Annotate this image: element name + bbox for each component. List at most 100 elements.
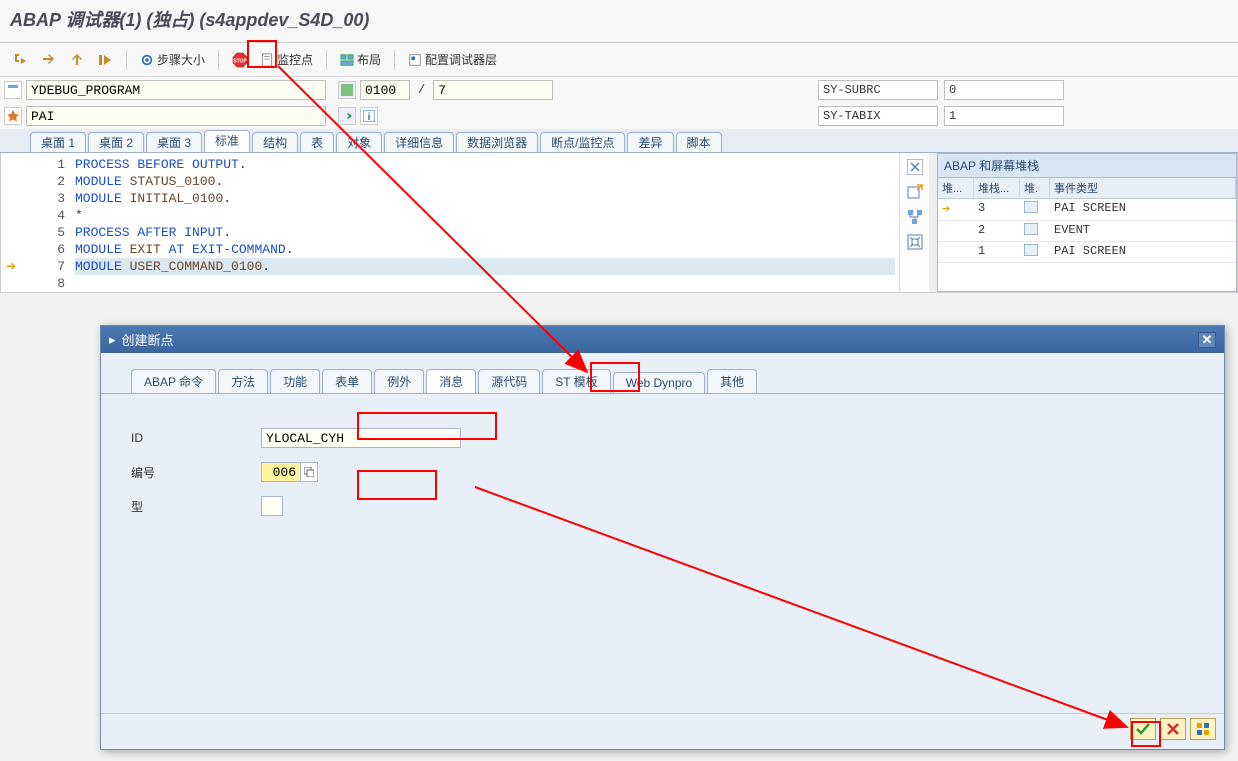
continue-button[interactable]	[92, 48, 118, 72]
main-tab[interactable]: 标准	[204, 130, 250, 152]
main-tab[interactable]: 对象	[336, 132, 382, 152]
main-tab[interactable]: 桌面 1	[30, 132, 86, 152]
main-tab[interactable]: 桌面 3	[146, 132, 202, 152]
dialog-tab[interactable]: 方法	[218, 369, 268, 393]
main-tab[interactable]: 表	[300, 132, 334, 152]
dialog-tab[interactable]: 源代码	[478, 369, 540, 393]
message-type-input[interactable]	[261, 496, 283, 516]
debugger-content: ➔ 12345678 PROCESS BEFORE OUTPUT. MODULE…	[0, 153, 1238, 293]
main-tab[interactable]: 详细信息	[384, 132, 454, 152]
program-info-row: / SY-SUBRC 0	[0, 77, 1238, 103]
type-field-label: 型	[131, 498, 261, 515]
svg-text:i: i	[368, 112, 371, 122]
line-number-gutter: 12345678	[21, 153, 71, 292]
step-over-button[interactable]	[36, 48, 62, 72]
search-help-icon	[304, 467, 314, 477]
stack-panel: ABAP 和屏幕堆栈 堆...堆栈...堆.事件类型 ➔3PAI SCREEN2…	[937, 153, 1237, 292]
program-icon	[4, 81, 22, 99]
dialog-tab[interactable]: 消息	[426, 369, 476, 393]
execution-pointer-column: ➔	[1, 153, 21, 292]
config-debugger-button[interactable]: 配置调试器层	[403, 48, 502, 72]
layout-icon	[340, 53, 354, 67]
hierarchy-icon[interactable]	[907, 209, 923, 228]
dialog-title-text: 创建断点	[122, 330, 174, 349]
slash-separator: /	[414, 83, 429, 97]
event-info-row: i SY-TABIX 1	[0, 103, 1238, 129]
dialog-footer	[101, 714, 1224, 744]
dialog-extra-button[interactable]	[1190, 718, 1216, 740]
grid-icon	[1196, 722, 1210, 736]
main-tab[interactable]: 结构	[252, 132, 298, 152]
message-number-input[interactable]	[261, 462, 301, 482]
config-icon	[408, 53, 422, 67]
document-icon	[260, 53, 274, 67]
main-tab[interactable]: 断点/监控点	[540, 132, 625, 152]
sy-tabix-value: 1	[944, 106, 1064, 126]
dialog-body: ID 编号 型	[101, 394, 1224, 714]
create-breakpoint-dialog: ▸ 创建断点 ✕ ABAP 命令方法功能表单例外消息源代码ST 模板Web Dy…	[100, 325, 1225, 750]
dialog-cancel-button[interactable]	[1160, 718, 1186, 740]
stack-row[interactable]: ➔3PAI SCREEN	[938, 199, 1236, 221]
dialog-title-icon: ▸	[109, 332, 116, 348]
sy-subrc-label: SY-SUBRC	[818, 80, 938, 100]
dialog-tab[interactable]: ST 模板	[542, 369, 610, 393]
layout-button[interactable]: 布局	[335, 48, 386, 72]
main-tab-strip: 桌面 1桌面 2桌面 3标准结构表对象详细信息数据浏览器断点/监控点差异脚本	[0, 129, 1238, 153]
dialog-ok-button[interactable]	[1130, 718, 1156, 740]
close-panel-icon[interactable]	[907, 159, 923, 178]
main-tab[interactable]: 桌面 2	[88, 132, 144, 152]
main-tab[interactable]: 脚本	[676, 132, 722, 152]
dialog-tab[interactable]: ABAP 命令	[131, 369, 216, 393]
stack-row[interactable]: 2EVENT	[938, 221, 1236, 242]
step-into-button[interactable]	[8, 48, 34, 72]
sy-subrc-value: 0	[944, 80, 1064, 100]
value-help-button[interactable]	[300, 462, 318, 482]
info-icon[interactable]: i	[360, 107, 378, 125]
screen-icon	[338, 81, 356, 99]
message-id-input[interactable]	[261, 428, 461, 448]
step-size-button[interactable]: 步骤大小	[135, 48, 210, 72]
nav-icon[interactable]	[338, 107, 356, 125]
cancel-icon	[1166, 722, 1180, 736]
watchpoint-button[interactable]: 监控点	[255, 48, 318, 72]
new-window-icon[interactable]	[907, 184, 923, 203]
screen-number-input[interactable]	[360, 80, 410, 100]
step-out-button[interactable]	[64, 48, 90, 72]
stop-button[interactable]: STOP	[227, 48, 253, 72]
id-field-label: ID	[131, 431, 261, 445]
code-panel-toolbar	[899, 153, 929, 292]
dialog-tab-strip: ABAP 命令方法功能表单例外消息源代码ST 模板Web Dynpro其他	[101, 353, 1224, 394]
dialog-title-bar: ▸ 创建断点 ✕	[101, 326, 1224, 353]
maximize-icon[interactable]	[907, 234, 923, 253]
stack-table-body: ➔3PAI SCREEN2EVENT1PAI SCREEN	[938, 199, 1236, 263]
event-icon	[4, 107, 22, 125]
main-tab[interactable]: 差异	[627, 132, 673, 152]
dialog-tab[interactable]: Web Dynpro	[613, 372, 705, 393]
check-icon	[1135, 722, 1151, 736]
number-field-label: 编号	[131, 464, 261, 481]
gear-icon	[140, 53, 154, 67]
stack-table-header: 堆...堆栈...堆.事件类型	[938, 178, 1236, 199]
dialog-tab[interactable]: 其他	[707, 369, 757, 393]
line-number-input[interactable]	[433, 80, 553, 100]
dialog-tab[interactable]: 表单	[322, 369, 372, 393]
svg-text:STOP: STOP	[233, 58, 247, 64]
code-panel: 12345678 PROCESS BEFORE OUTPUT. MODULE S…	[21, 153, 899, 292]
stack-panel-title: ABAP 和屏幕堆栈	[938, 154, 1236, 178]
program-name-input[interactable]	[26, 80, 326, 100]
config-debugger-label: 配置调试器层	[425, 51, 497, 68]
step-size-label: 步骤大小	[157, 51, 205, 68]
dialog-tab[interactable]: 例外	[374, 369, 424, 393]
event-name-input[interactable]	[26, 106, 326, 126]
source-code-view[interactable]: PROCESS BEFORE OUTPUT. MODULE STATUS_010…	[71, 153, 899, 292]
main-toolbar: 步骤大小 STOP 监控点 布局 配置调试器层	[0, 43, 1238, 77]
current-line-arrow-icon: ➔	[1, 258, 21, 275]
watchpoint-label: 监控点	[277, 51, 313, 68]
dialog-tab[interactable]: 功能	[270, 369, 320, 393]
layout-label: 布局	[357, 51, 381, 68]
sy-tabix-label: SY-TABIX	[818, 106, 938, 126]
window-title: ABAP 调试器(1) (独占) (s4appdev_S4D_00)	[0, 0, 1238, 43]
main-tab[interactable]: 数据浏览器	[456, 132, 538, 152]
stack-row[interactable]: 1PAI SCREEN	[938, 242, 1236, 263]
dialog-close-button[interactable]: ✕	[1198, 332, 1216, 348]
